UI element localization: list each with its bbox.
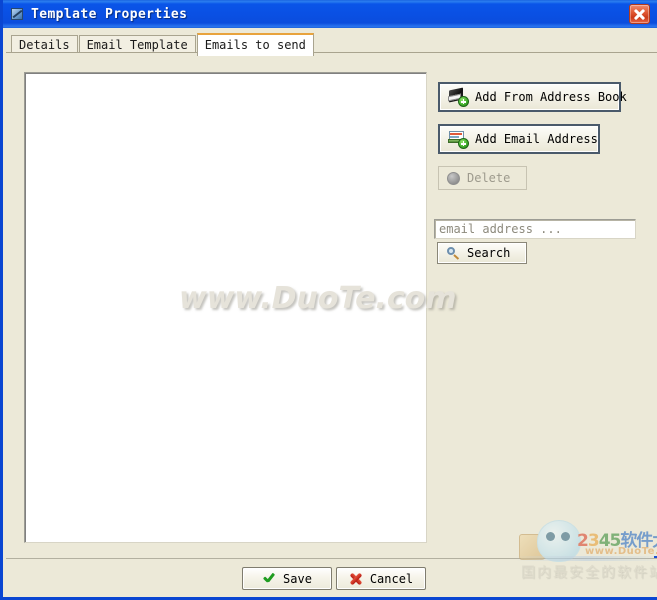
add-email-address-button[interactable]: Add Email Address — [438, 124, 600, 154]
add-email-address-label: Add Email Address — [475, 132, 598, 146]
delete-circle-icon — [447, 171, 460, 185]
email-card-add-icon — [448, 130, 469, 149]
green-check-icon — [262, 572, 276, 586]
delete-button: Delete — [438, 166, 527, 190]
screenshot-root: Template Properties Details Email Templa… — [0, 0, 657, 600]
actions-panel: Add From Address Book Add Email Address … — [434, 72, 639, 543]
search-input[interactable] — [434, 219, 636, 239]
add-from-address-book-button[interactable]: Add From Address Book — [438, 82, 627, 112]
cancel-button[interactable]: Cancel — [336, 567, 426, 590]
email-list[interactable] — [24, 72, 427, 543]
tab-page-emails-to-send: Add From Address Book Add Email Address … — [6, 52, 657, 556]
save-label: Save — [283, 571, 312, 586]
save-button[interactable]: Save — [242, 567, 332, 590]
search-button[interactable]: Search — [437, 242, 527, 264]
magnifier-icon — [446, 246, 460, 260]
tab-strip: Details Email Template Emails to send — [6, 28, 657, 56]
dialog-window: Template Properties Details Email Templa… — [0, 0, 657, 600]
cancel-label: Cancel — [369, 571, 414, 586]
window-title: Template Properties — [31, 6, 188, 22]
address-book-add-icon — [448, 87, 469, 107]
add-from-address-book-label: Add From Address Book — [475, 90, 627, 104]
search-button-label: Search — [467, 246, 511, 260]
red-x-icon — [349, 572, 363, 586]
delete-label: Delete — [467, 171, 511, 185]
tab-emails-to-send[interactable]: Emails to send — [196, 33, 314, 56]
title-bar: Template Properties — [3, 0, 657, 28]
window-app-icon — [9, 6, 25, 22]
dialog-button-bar: Save Cancel — [6, 558, 657, 597]
close-icon[interactable] — [629, 4, 650, 24]
